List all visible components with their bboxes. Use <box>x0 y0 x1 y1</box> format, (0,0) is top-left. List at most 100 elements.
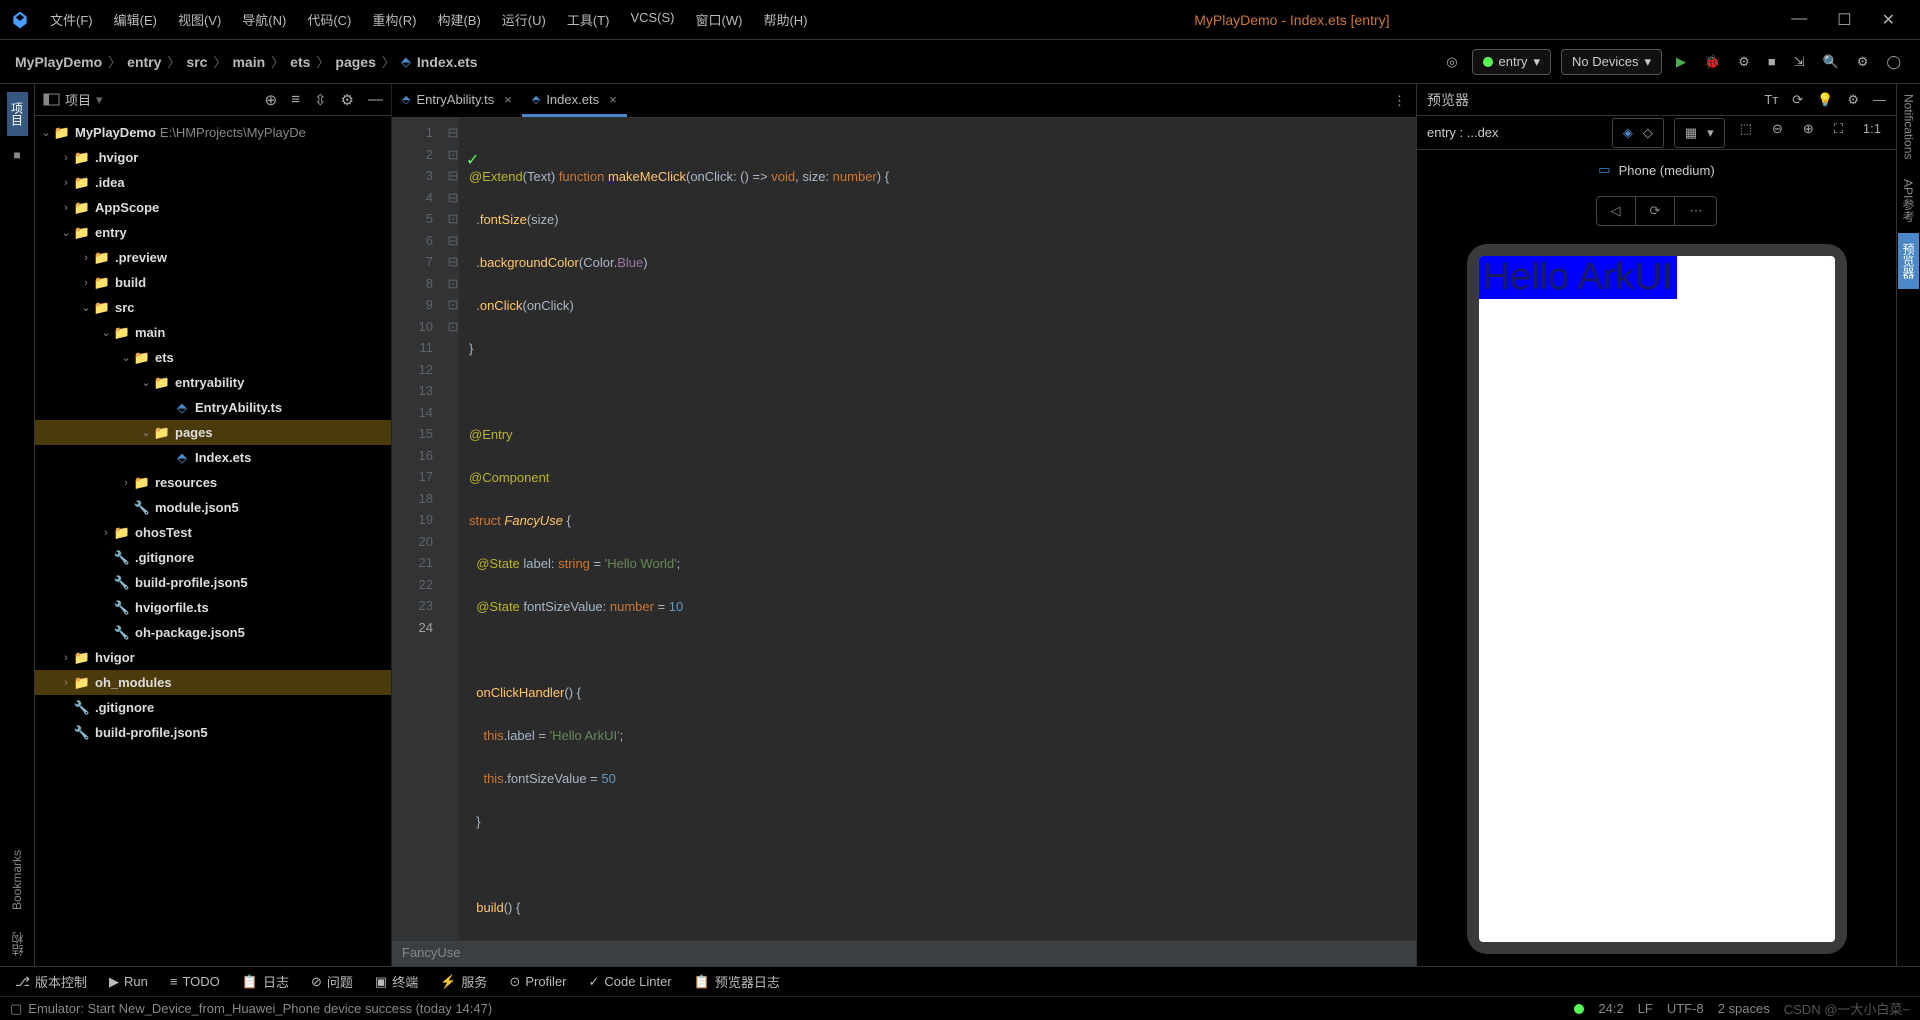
close-icon[interactable]: ✕ <box>1882 10 1895 30</box>
inspect-icon[interactable]: ◎ <box>1442 50 1461 74</box>
bottom-linter[interactable]: ✓Code Linter <box>589 974 672 990</box>
rail-project[interactable]: 项目 <box>7 92 28 136</box>
scale-icon[interactable]: 1:1 <box>1858 118 1886 148</box>
menu-file[interactable]: 文件(F) <box>40 5 103 34</box>
crop-icon[interactable]: ⬚ <box>1735 118 1757 148</box>
bottom-profiler[interactable]: ⊙Profiler <box>509 974 566 990</box>
tree-root[interactable]: ⌄📁MyPlayDemoE:\HMProjects\MyPlayDe <box>35 120 391 145</box>
bottom-vcs[interactable]: ⎇版本控制 <box>15 972 87 991</box>
menu-refactor[interactable]: 重构(R) <box>362 5 426 34</box>
layers-icon[interactable]: ◇ <box>1638 122 1658 144</box>
menu-view[interactable]: 视图(V) <box>168 5 231 34</box>
device-combo[interactable]: No Devices▾ <box>1561 49 1662 75</box>
tree-file[interactable]: 🔧hvigorfile.ts <box>35 595 391 620</box>
entry-label[interactable]: entry : ...dex <box>1427 125 1499 140</box>
font-icon[interactable]: Tт <box>1764 92 1778 108</box>
more-icon[interactable]: ⋯ <box>1675 197 1716 225</box>
code-editor[interactable]: ✓ @Extend(Text) function makeMeClick(onC… <box>459 118 1416 940</box>
bottom-todo[interactable]: ≡TODO <box>170 974 220 989</box>
breadcrumb-item[interactable]: ets <box>290 54 310 70</box>
bottom-run[interactable]: ▶Run <box>109 974 148 990</box>
tab-entryability[interactable]: ⬘EntryAbility.ts× <box>392 84 522 117</box>
status-indicator-icon[interactable] <box>1574 1004 1584 1014</box>
tree-folder-pages[interactable]: ⌄📁pages <box>35 420 391 445</box>
tab-menu-icon[interactable]: ⋮ <box>1383 93 1416 109</box>
tree-folder[interactable]: ›📁.idea <box>35 170 391 195</box>
tab-close-icon[interactable]: × <box>609 92 617 107</box>
tree-file[interactable]: 🔧.gitignore <box>35 695 391 720</box>
menu-navigate[interactable]: 导航(N) <box>232 5 296 34</box>
hello-text[interactable]: Hello ArkUI <box>1479 256 1677 299</box>
rail-commit[interactable]: ■ <box>8 138 26 172</box>
tree-folder-entry[interactable]: ⌄📁entry <box>35 220 391 245</box>
dropdown-icon[interactable]: ▾ <box>1702 122 1719 144</box>
refresh-icon[interactable]: ⟳ <box>1792 92 1803 108</box>
debug-icon[interactable]: 🐞 <box>1700 50 1724 74</box>
tree-folder[interactable]: ›📁resources <box>35 470 391 495</box>
coverage-icon[interactable]: ⚙ <box>1734 50 1754 74</box>
bottom-log[interactable]: 📋日志 <box>242 972 289 991</box>
bottom-terminal[interactable]: ▣终端 <box>375 972 418 991</box>
panel-hide-icon[interactable]: — <box>368 91 383 109</box>
menu-edit[interactable]: 编辑(E) <box>104 5 167 34</box>
fit-icon[interactable]: ⛶ <box>1829 118 1848 148</box>
line-separator[interactable]: LF <box>1638 1001 1653 1016</box>
status-window-icon[interactable]: ▢ <box>10 1001 22 1017</box>
preview-settings-icon[interactable]: ⚙ <box>1847 92 1859 108</box>
run-icon[interactable]: ▶ <box>1672 50 1690 74</box>
tree-file[interactable]: 🔧oh-package.json5 <box>35 620 391 645</box>
bottom-problems[interactable]: ⊘问题 <box>311 972 353 991</box>
breadcrumb-item[interactable]: Index.ets <box>417 54 478 70</box>
tree-folder[interactable]: ⌄📁main <box>35 320 391 345</box>
tree-folder[interactable]: ›📁ohosTest <box>35 520 391 545</box>
light-icon[interactable]: 💡 <box>1817 92 1833 108</box>
tree-file[interactable]: 🔧build-profile.json5 <box>35 720 391 745</box>
panel-settings-icon[interactable]: ⚙ <box>341 91 354 109</box>
attach-icon[interactable]: ⇲ <box>1790 50 1809 74</box>
breadcrumb-item[interactable]: main <box>232 54 265 70</box>
zoom-in-icon[interactable]: ⊕ <box>1798 118 1819 148</box>
locate-icon[interactable]: ⊕ <box>265 91 278 109</box>
user-icon[interactable]: ◯ <box>1882 50 1905 74</box>
menu-help[interactable]: 帮助(H) <box>753 5 817 34</box>
back-icon[interactable]: ◁ <box>1597 197 1636 225</box>
menu-window[interactable]: 窗口(W) <box>686 5 753 34</box>
maximize-icon[interactable]: ☐ <box>1837 10 1851 30</box>
project-tree[interactable]: ⌄📁MyPlayDemoE:\HMProjects\MyPlayDe ›📁.hv… <box>35 116 391 966</box>
rail-notifications[interactable]: Notifications <box>1900 84 1918 169</box>
bottom-services[interactable]: ⚡服务 <box>440 972 487 991</box>
minimize-icon[interactable]: — <box>1791 10 1807 30</box>
breadcrumb-item[interactable]: entry <box>127 54 161 70</box>
project-panel-title[interactable]: 项目 ▾ <box>43 90 103 109</box>
settings-icon[interactable]: ⚙ <box>1853 50 1873 74</box>
breadcrumb-item[interactable]: pages <box>335 54 375 70</box>
rail-previewer[interactable]: 预览器 <box>1898 233 1919 289</box>
fold-column[interactable]: ⊟⊡⊟⊟⊡⊟⊟⊡⊡⊡ <box>447 118 459 940</box>
cursor-position[interactable]: 24:2 <box>1598 1001 1623 1016</box>
tree-folder[interactable]: ⌄📁entryability <box>35 370 391 395</box>
tree-file[interactable]: ⬘EntryAbility.ts <box>35 395 391 420</box>
tree-folder[interactable]: ›📁.hvigor <box>35 145 391 170</box>
menu-run[interactable]: 运行(U) <box>492 5 556 34</box>
tree-folder[interactable]: ›📁.preview <box>35 245 391 270</box>
menu-vcs[interactable]: VCS(S) <box>620 5 684 34</box>
tree-file[interactable]: 🔧build-profile.json5 <box>35 570 391 595</box>
tree-folder[interactable]: ›📁hvigor <box>35 645 391 670</box>
phone-screen[interactable]: Hello ArkUI <box>1479 256 1835 942</box>
tree-folder[interactable]: ›📁build <box>35 270 391 295</box>
tree-file[interactable]: 🔧.gitignore <box>35 545 391 570</box>
editor-crumb[interactable]: FancyUse <box>392 940 1416 966</box>
tree-folder[interactable]: ⌄📁src <box>35 295 391 320</box>
grid-icon[interactable]: ▦ <box>1680 122 1702 144</box>
search-icon[interactable]: 🔍 <box>1819 50 1843 74</box>
rail-bookmarks[interactable]: Bookmarks <box>8 840 26 920</box>
expand-icon[interactable]: ≡ <box>291 91 300 109</box>
gutter[interactable]: 123456789101112131415161718192021222324 <box>392 118 447 940</box>
menu-code[interactable]: 代码(C) <box>297 5 361 34</box>
menu-build[interactable]: 构建(B) <box>427 5 490 34</box>
breadcrumb-item[interactable]: MyPlayDemo <box>15 54 102 70</box>
encoding[interactable]: UTF-8 <box>1667 1001 1704 1016</box>
status-check-icon[interactable]: ✓ <box>466 152 479 169</box>
bottom-preview-log[interactable]: 📋预览器日志 <box>694 972 780 991</box>
menu-tools[interactable]: 工具(T) <box>557 5 620 34</box>
